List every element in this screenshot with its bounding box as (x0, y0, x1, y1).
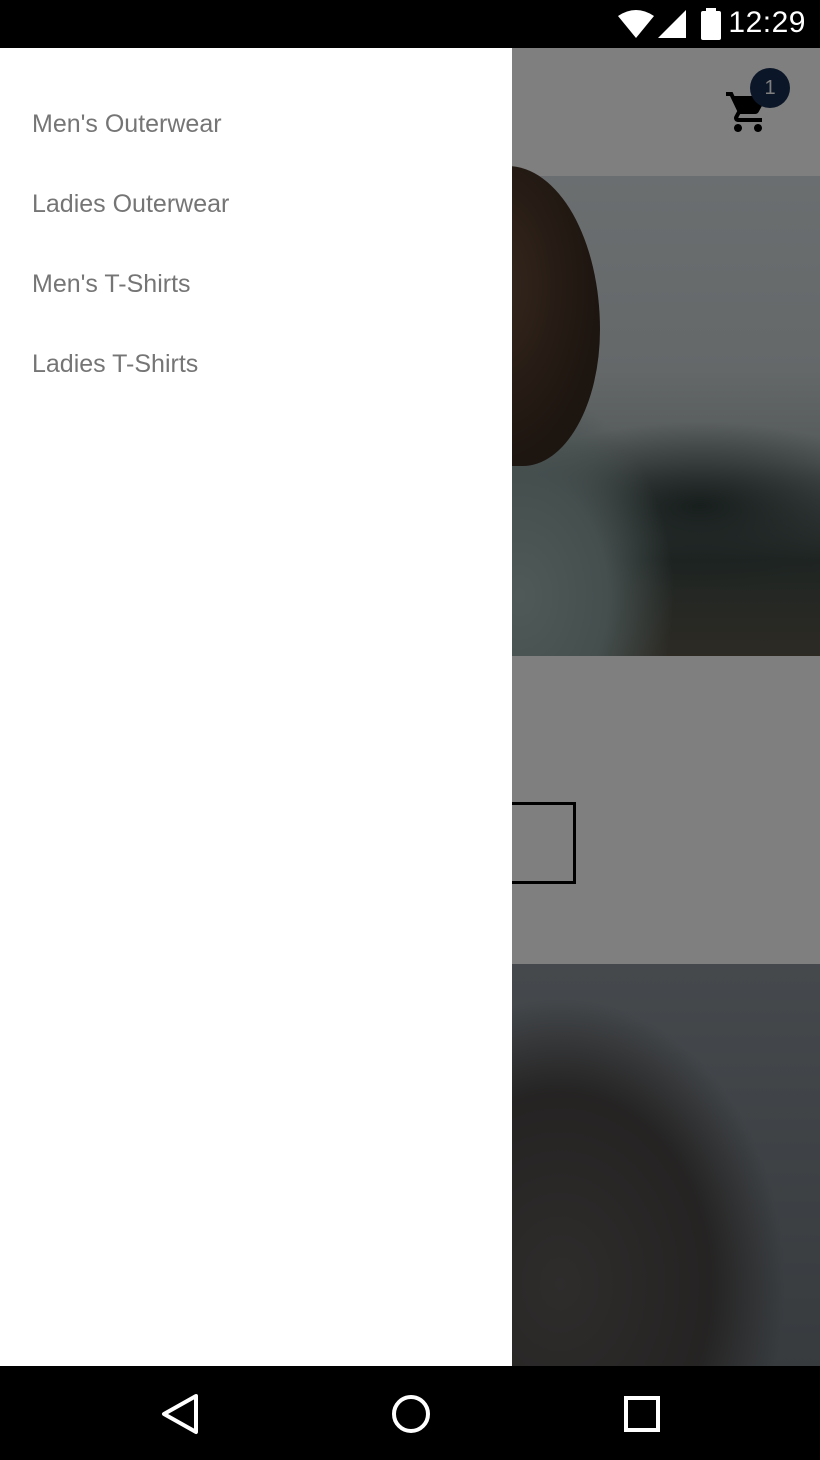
wifi-icon (618, 10, 654, 38)
drawer-item-ladies-tshirts[interactable]: Ladies T-Shirts (32, 350, 198, 379)
back-icon[interactable] (158, 1392, 202, 1436)
battery-icon (701, 8, 721, 40)
recent-apps-icon[interactable] (620, 1392, 664, 1436)
system-nav-bar (0, 1366, 820, 1460)
home-icon[interactable] (389, 1392, 433, 1436)
cellular-signal-icon (658, 10, 686, 38)
drawer-item-ladies-outerwear[interactable]: Ladies Outerwear (32, 190, 229, 219)
drawer-item-mens-tshirts[interactable]: Men's T-Shirts (32, 270, 191, 299)
status-time: 12:29 (728, 6, 806, 39)
status-bar: 12:29 (0, 0, 820, 48)
app-content: 1 ar Men's Outerwear Ladies Outerwear Me… (0, 48, 820, 1366)
drawer-item-mens-outerwear[interactable]: Men's Outerwear (32, 110, 222, 139)
navigation-drawer: Men's Outerwear Ladies Outerwear Men's T… (0, 48, 512, 1366)
